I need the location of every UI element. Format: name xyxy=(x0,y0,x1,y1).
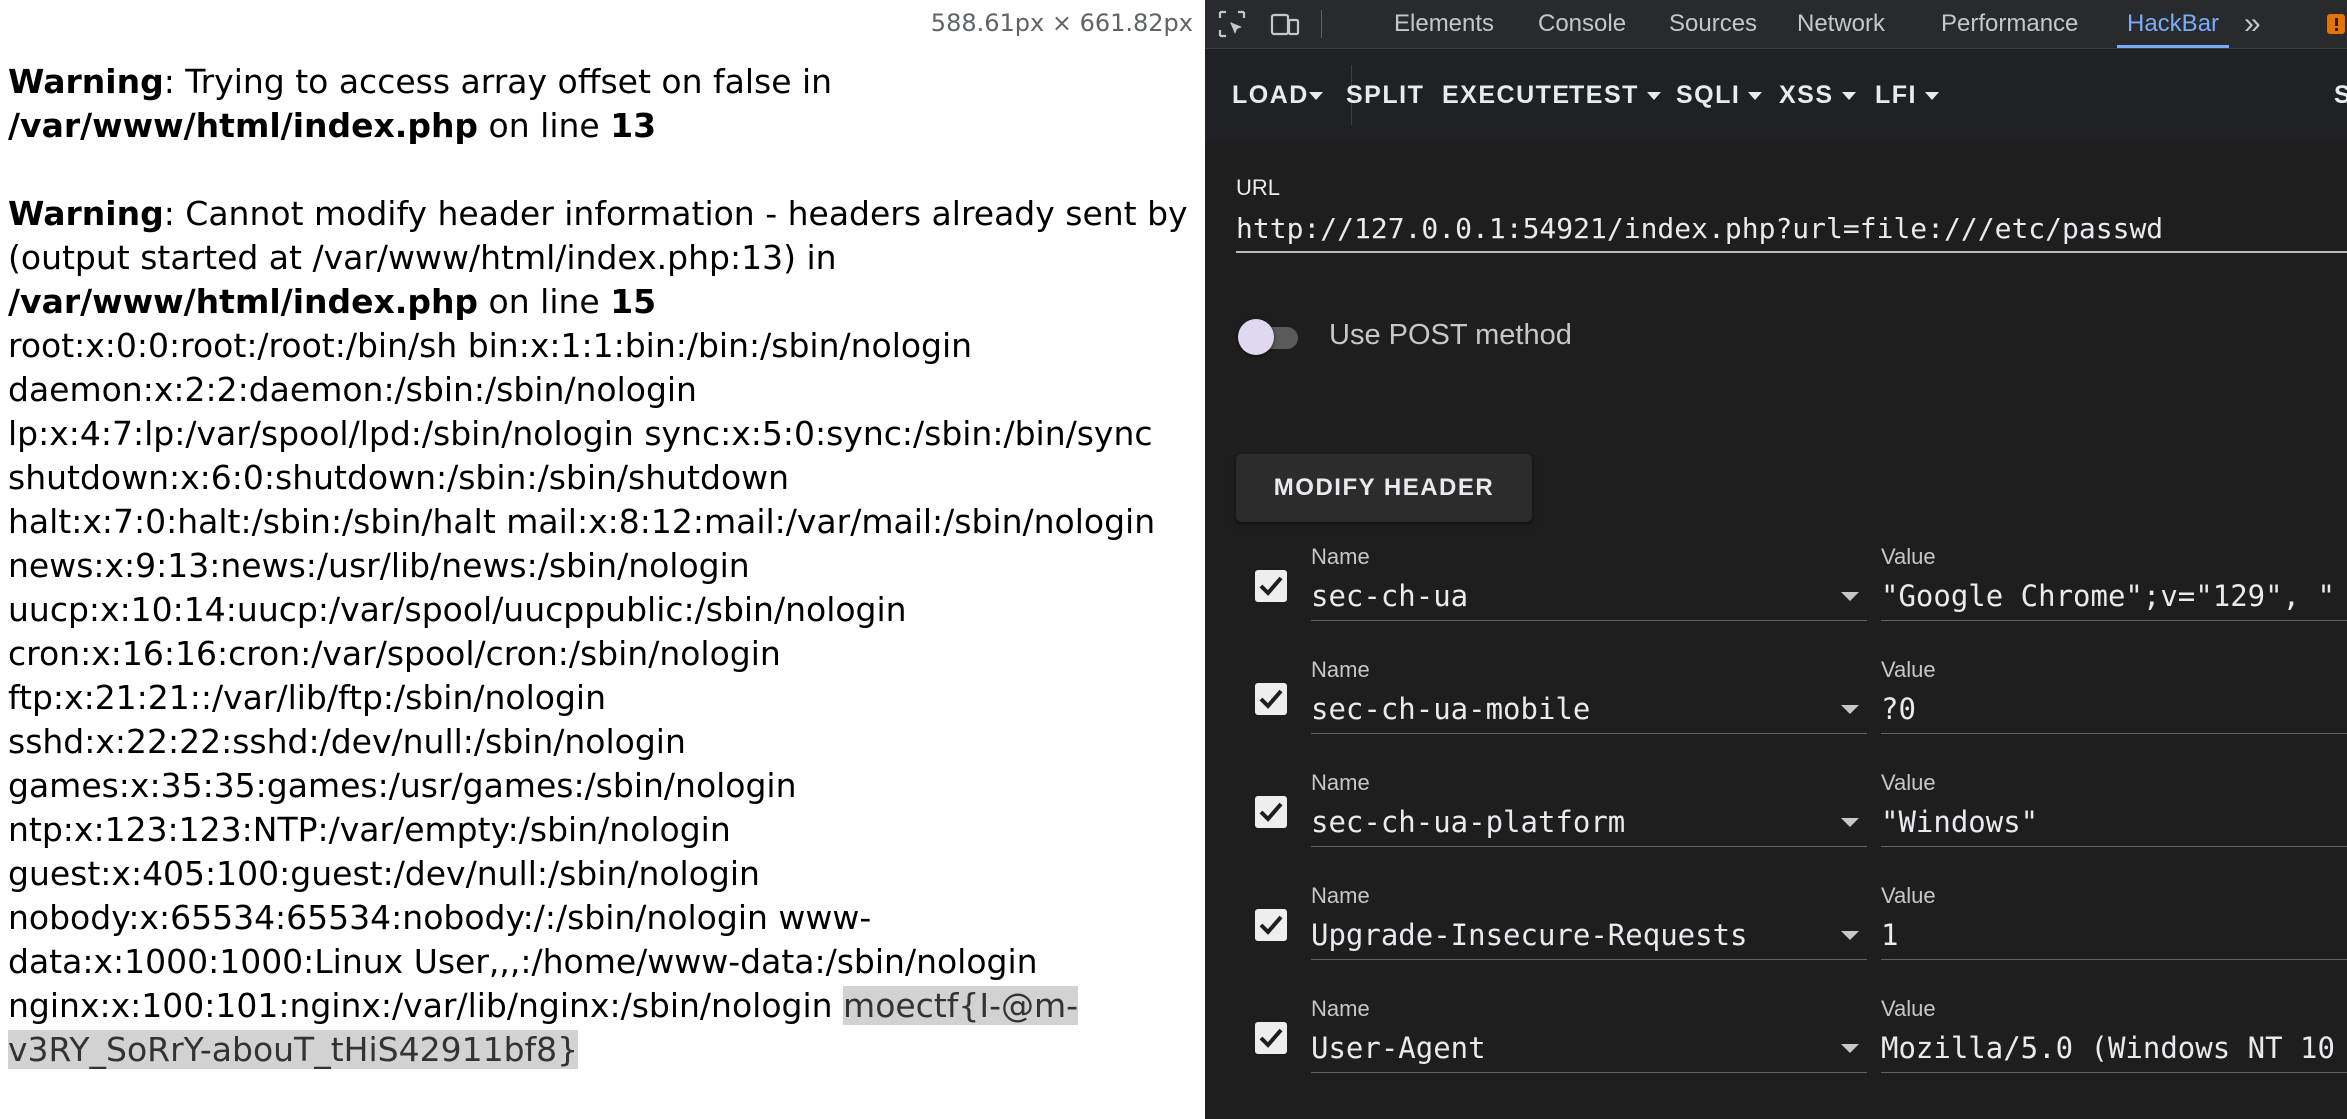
check-icon xyxy=(1259,915,1283,935)
devtools-tab-bar: Elements Console Sources Network Perform… xyxy=(1205,0,2347,49)
header-name-input[interactable]: sec-ch-ua-platform xyxy=(1311,798,1867,847)
xss-menu-label: XSS xyxy=(1779,81,1834,109)
warning-line-number: 13 xyxy=(610,106,657,145)
check-icon xyxy=(1259,576,1283,596)
header-name-input[interactable]: sec-ch-ua xyxy=(1311,572,1867,621)
caret-down-icon xyxy=(1841,92,1856,101)
header-enabled-checkbox[interactable] xyxy=(1255,570,1287,602)
devtools-panel: Elements Console Sources Network Perform… xyxy=(1205,0,2347,1119)
header-value-input[interactable]: Mozilla/5.0 (Windows NT 10 xyxy=(1881,1024,2347,1073)
sqli-menu-button[interactable]: SQLI xyxy=(1676,73,1763,117)
lfi-menu-label: LFI xyxy=(1875,81,1917,109)
header-name-label: Name xyxy=(1311,657,1370,682)
header-row: Name sec-ch-ua Value "Google Chrome";v="… xyxy=(1205,542,2347,654)
header-enabled-checkbox[interactable] xyxy=(1255,796,1287,828)
inspect-element-icon[interactable] xyxy=(1216,8,1248,40)
tab-elements[interactable]: Elements xyxy=(1394,0,1494,48)
more-tabs-icon[interactable]: » xyxy=(2244,0,2261,48)
caret-down-icon xyxy=(1748,92,1763,101)
header-value-label: Value xyxy=(1881,657,1936,682)
warning-message: Warning: Cannot modify header informatio… xyxy=(8,192,1193,324)
warning-file: /var/www/html/index.php xyxy=(8,282,479,321)
header-enabled-checkbox[interactable] xyxy=(1255,909,1287,941)
header-row: Name Upgrade-Insecure-Requests Value 1 xyxy=(1205,881,2347,993)
header-row: Name sec-ch-ua-mobile Value ?0 xyxy=(1205,655,2347,767)
chevron-down-icon[interactable] xyxy=(1841,931,1859,940)
warning-on-line: on line xyxy=(478,106,611,145)
page-output: Warning: Trying to access array offset o… xyxy=(8,60,1193,1072)
hackbar-body: URL http://127.0.0.1:54921/index.php?url… xyxy=(1205,141,2347,1119)
check-icon xyxy=(1259,689,1283,709)
post-method-toggle[interactable] xyxy=(1238,317,1302,357)
header-value-input[interactable]: "Windows" xyxy=(1881,798,2347,847)
test-menu-button[interactable]: TEST xyxy=(1569,73,1661,117)
hackbar-toolbar: LOAD SPLIT EXECUTE TEST SQLI XSS LFI S xyxy=(1205,49,2347,141)
xss-menu-button[interactable]: XSS xyxy=(1779,73,1856,117)
post-method-label: Use POST method xyxy=(1329,319,1572,351)
warning-label: Warning xyxy=(8,62,164,101)
header-value-label: Value xyxy=(1881,883,1936,908)
header-row: Name sec-ch-ua-platform Value "Windows" xyxy=(1205,768,2347,880)
header-enabled-checkbox[interactable] xyxy=(1255,683,1287,715)
header-name-input[interactable]: User-Agent xyxy=(1311,1024,1867,1073)
header-name-input[interactable]: sec-ch-ua-mobile xyxy=(1311,685,1867,734)
modify-header-button[interactable]: MODIFY HEADER xyxy=(1236,454,1532,522)
chevron-down-icon[interactable] xyxy=(1841,818,1859,827)
passwd-text: root:x:0:0:root:/root:/bin/sh bin:x:1:1:… xyxy=(8,326,1156,1025)
toggle-knob xyxy=(1238,319,1274,355)
sqli-menu-label: SQLI xyxy=(1676,81,1741,109)
warning-file: /var/www/html/index.php xyxy=(8,106,479,145)
header-value-label: Value xyxy=(1881,544,1936,569)
header-name-input[interactable]: Upgrade-Insecure-Requests xyxy=(1311,911,1867,960)
toolbar-overflow-button[interactable]: S xyxy=(2334,73,2347,117)
header-name-label: Name xyxy=(1311,996,1370,1021)
header-name-label: Name xyxy=(1311,883,1370,908)
toolbar-divider xyxy=(1321,10,1322,38)
chevron-down-icon[interactable] xyxy=(1841,592,1859,601)
header-value-label: Value xyxy=(1881,770,1936,795)
header-enabled-checkbox[interactable] xyxy=(1255,1022,1287,1054)
caret-down-icon xyxy=(1925,92,1939,101)
caret-down-icon xyxy=(1309,92,1323,101)
execute-button[interactable]: EXECUTE xyxy=(1442,73,1571,117)
warning-text: : Trying to access array offset on false… xyxy=(163,62,833,101)
chevron-down-icon[interactable] xyxy=(1841,1044,1859,1053)
tab-performance[interactable]: Performance xyxy=(1941,0,2078,48)
split-button[interactable]: SPLIT xyxy=(1346,73,1424,117)
tab-console[interactable]: Console xyxy=(1538,0,1626,48)
device-toolbar-icon[interactable] xyxy=(1269,8,1301,40)
header-name-label: Name xyxy=(1311,770,1370,795)
tab-network[interactable]: Network xyxy=(1797,0,1885,48)
page-viewport: 588.61px × 661.82px Warning: Trying to a… xyxy=(0,0,1205,1119)
header-row: Name User-Agent Value Mozilla/5.0 (Windo… xyxy=(1205,994,2347,1106)
chevron-down-icon[interactable] xyxy=(1841,705,1859,714)
url-input[interactable]: http://127.0.0.1:54921/index.php?url=fil… xyxy=(1236,207,2347,253)
lfi-menu-button[interactable]: LFI xyxy=(1875,73,1939,117)
header-value-label: Value xyxy=(1881,996,1936,1021)
header-value-input[interactable]: "Google Chrome";v="129", " xyxy=(1881,572,2347,621)
load-dropdown-button[interactable] xyxy=(1301,73,1323,117)
tab-sources[interactable]: Sources xyxy=(1669,0,1757,48)
header-value-input[interactable]: 1 xyxy=(1881,911,2347,960)
warning-label: Warning xyxy=(8,194,164,233)
check-icon xyxy=(1259,1028,1283,1048)
tab-hackbar[interactable]: HackBar xyxy=(2117,0,2230,48)
issues-icon[interactable] xyxy=(2325,12,2347,36)
load-button[interactable]: LOAD xyxy=(1232,73,1309,117)
warning-on-line: on line xyxy=(478,282,611,321)
warning-text: : Cannot modify header information - hea… xyxy=(8,194,1188,277)
passwd-output: root:x:0:0:root:/root:/bin/sh bin:x:1:1:… xyxy=(8,324,1193,1072)
caret-down-icon xyxy=(1646,92,1661,101)
warning-message: Warning: Trying to access array offset o… xyxy=(8,60,1193,148)
dimensions-readout: 588.61px × 661.82px xyxy=(930,9,1193,37)
test-menu-label: TEST xyxy=(1569,81,1639,109)
header-value-input[interactable]: ?0 xyxy=(1881,685,2347,734)
url-label: URL xyxy=(1236,175,1281,200)
check-icon xyxy=(1259,802,1283,822)
warning-line-number: 15 xyxy=(610,282,657,321)
header-name-label: Name xyxy=(1311,544,1370,569)
